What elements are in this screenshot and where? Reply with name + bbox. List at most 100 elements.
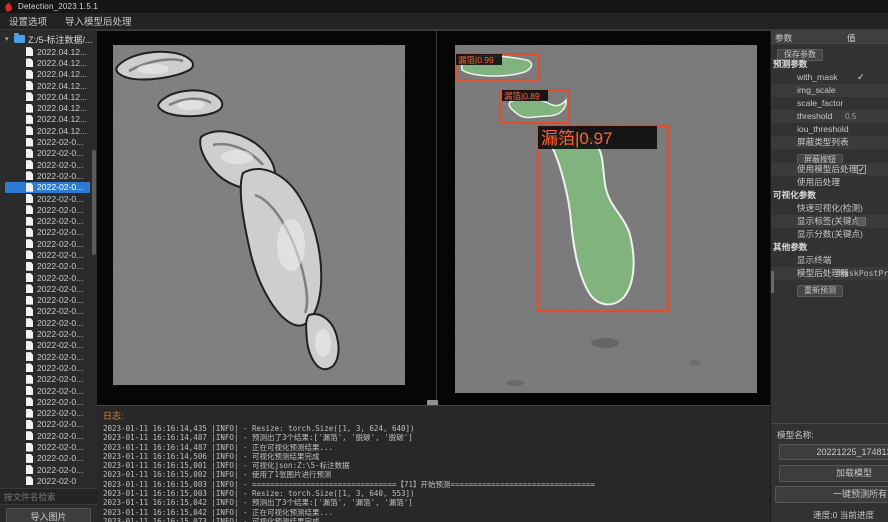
model-name-field[interactable]: 20221225_174813 xyxy=(779,444,888,460)
tree-item[interactable]: 2022.04.12... xyxy=(5,114,90,125)
load-model-button[interactable]: 加载模型 xyxy=(779,465,888,482)
chevron-down-icon[interactable]: ▾ xyxy=(5,35,14,43)
tree-item-label: 2022.04.12... xyxy=(37,58,87,68)
tree-item[interactable]: 2022-02-0... xyxy=(5,328,90,339)
menu-settings[interactable]: 设置选项 xyxy=(0,13,56,29)
tree-item[interactable]: 2022-02-0... xyxy=(5,204,90,215)
param-name: scale_factor xyxy=(797,97,843,110)
tree-item[interactable]: 2022.04.12... xyxy=(5,125,90,136)
param-row[interactable]: iou_threshold xyxy=(771,123,888,136)
tree-item[interactable]: 2022-02-0 xyxy=(5,475,90,486)
tree-item-label: 2022-02-0... xyxy=(37,250,83,260)
tree-item-label: 2022-02-0... xyxy=(37,352,83,362)
tree-item[interactable]: 2022-02-0... xyxy=(5,464,90,475)
file-icon xyxy=(26,352,33,361)
tree-item[interactable]: 2022-02-0... xyxy=(5,193,90,204)
checkbox-checked-icon[interactable]: ✓ xyxy=(857,165,866,174)
tree-item[interactable]: 2022-02-0... xyxy=(5,430,90,441)
search-input[interactable] xyxy=(0,488,97,505)
tree-item[interactable]: 2022-02-0... xyxy=(5,215,90,226)
param-row[interactable]: 模型后处理器MaskPostPro xyxy=(771,267,888,280)
tree-item[interactable]: 2022-02-0... xyxy=(5,283,90,294)
file-icon xyxy=(26,431,33,440)
tree-item-label: 2022-02-0... xyxy=(37,284,83,294)
tree-item[interactable]: 2022-02-0... xyxy=(5,295,90,306)
tree-item-label: 2022-02-0... xyxy=(37,465,83,475)
file-icon xyxy=(26,92,33,101)
tree-root-label: Z:/5-标注数据/... xyxy=(28,33,93,46)
tree-item[interactable]: 2022.04.12... xyxy=(5,80,90,91)
tree-item[interactable]: 2022-02-0... xyxy=(5,374,90,385)
tree-item[interactable]: 2022.04.12... xyxy=(5,46,90,57)
param-row[interactable]: threshold0.5 xyxy=(771,110,888,123)
tree-root-folder[interactable]: ▾ Z:/5-标注数据/... xyxy=(0,32,97,46)
param-row[interactable]: scale_factor xyxy=(771,97,888,110)
tree-item[interactable]: 2022-02-0... xyxy=(5,317,90,328)
tree-item[interactable]: 2022-02-0... xyxy=(5,238,90,249)
menu-bar: 设置选项 导入模型后处理 xyxy=(0,13,888,30)
param-name: threshold xyxy=(797,110,832,123)
tree-item[interactable]: 2022.04.12... xyxy=(5,69,90,80)
import-images-button[interactable]: 导入图片 xyxy=(6,508,91,522)
tree-item[interactable]: 2022.04.12... xyxy=(5,91,90,102)
log-line: 2023-01-11 16:16:15,003 |INFO| - Resize:… xyxy=(103,489,770,498)
tree-item-label: 2022-02-0... xyxy=(37,442,83,452)
tree-item[interactable]: 2022-02-0... xyxy=(5,419,90,430)
tree-item[interactable]: 2022-02-0... xyxy=(5,136,90,147)
param-row[interactable]: 使用后处理 xyxy=(771,176,888,189)
tree-item-label: 2022.04.12... xyxy=(37,81,87,91)
tree-item[interactable]: 2022-02-0... xyxy=(5,249,90,260)
tree-item[interactable]: 2022.04.12... xyxy=(5,102,90,113)
tree-item[interactable]: 2022-02-0... xyxy=(5,227,90,238)
prediction-image-canvas[interactable]: 漏箔|0.99 漏箔|0.89 漏箔|0.97 xyxy=(455,45,757,393)
tree-item-label: 2022.04.12... xyxy=(37,114,87,124)
file-icon xyxy=(26,58,33,67)
param-name: img_scale xyxy=(797,84,836,97)
file-icon xyxy=(26,476,33,485)
predict-all-button[interactable]: 一键预测所有 xyxy=(775,486,888,503)
tree-item[interactable]: 2022-02-0... xyxy=(5,261,90,272)
tree-item[interactable]: 2022-02-0... xyxy=(5,170,90,181)
tree-scrollbar[interactable] xyxy=(92,150,96,255)
tree-item-label: 2022-02-0... xyxy=(37,261,83,271)
param-row[interactable]: img_scale xyxy=(771,84,888,97)
file-tree-list: 2022.04.12...2022.04.12...2022.04.12...2… xyxy=(0,46,97,487)
tree-item[interactable]: 2022-02-0... xyxy=(5,340,90,351)
tree-item[interactable]: 2022-02-0... xyxy=(5,362,90,373)
tree-item[interactable]: 2022-02-0... xyxy=(5,272,90,283)
param-row[interactable]: 使用模型后处理✓ xyxy=(771,163,888,176)
file-icon xyxy=(26,138,33,147)
tree-item[interactable]: 2022-02-0... xyxy=(5,441,90,452)
tree-item[interactable]: 2022-02-0... xyxy=(5,148,90,159)
param-row[interactable]: 显示分数(关键点) xyxy=(771,228,888,241)
tree-item[interactable]: 2022-02-0... xyxy=(5,385,90,396)
param-action-button[interactable]: 重新预测 xyxy=(797,285,843,297)
tree-item[interactable]: 2022-02-0... xyxy=(5,453,90,464)
viewer-splitter[interactable] xyxy=(436,31,437,405)
tree-item[interactable]: 2022-02-0... xyxy=(5,396,90,407)
checkbox-unchecked-icon[interactable] xyxy=(857,217,866,226)
file-icon xyxy=(26,363,33,372)
file-icon xyxy=(26,284,33,293)
tree-item-label: 2022-02-0... xyxy=(37,397,83,407)
param-row[interactable]: 屏蔽类型列表 xyxy=(771,136,888,149)
param-row[interactable]: 显示终端 xyxy=(771,254,888,267)
tree-item[interactable]: 2022-02-0... xyxy=(5,306,90,317)
original-image-canvas[interactable] xyxy=(113,45,405,385)
menu-import-postprocess[interactable]: 导入模型后处理 xyxy=(56,13,141,29)
params-scrollbar[interactable] xyxy=(771,271,774,293)
tree-item[interactable]: 2022-02-0... xyxy=(5,351,90,362)
model-name-label: 模型名称: xyxy=(777,429,888,441)
file-icon xyxy=(26,318,33,327)
tree-item-label: 2022-02-0... xyxy=(37,374,83,384)
tree-item-label: 2022-02-0... xyxy=(37,160,83,170)
param-row[interactable]: with_mask✓ xyxy=(771,71,888,84)
file-icon xyxy=(26,397,33,406)
tree-item[interactable]: 2022.04.12... xyxy=(5,57,90,68)
param-row[interactable]: 显示标签(关键点) xyxy=(771,215,888,228)
param-row[interactable]: 快速可视化(检测) xyxy=(771,202,888,215)
tree-item[interactable]: 2022-02-0... xyxy=(5,182,90,193)
file-icon xyxy=(26,465,33,474)
tree-item[interactable]: 2022-02-0... xyxy=(5,159,90,170)
tree-item[interactable]: 2022-02-0... xyxy=(5,408,90,419)
